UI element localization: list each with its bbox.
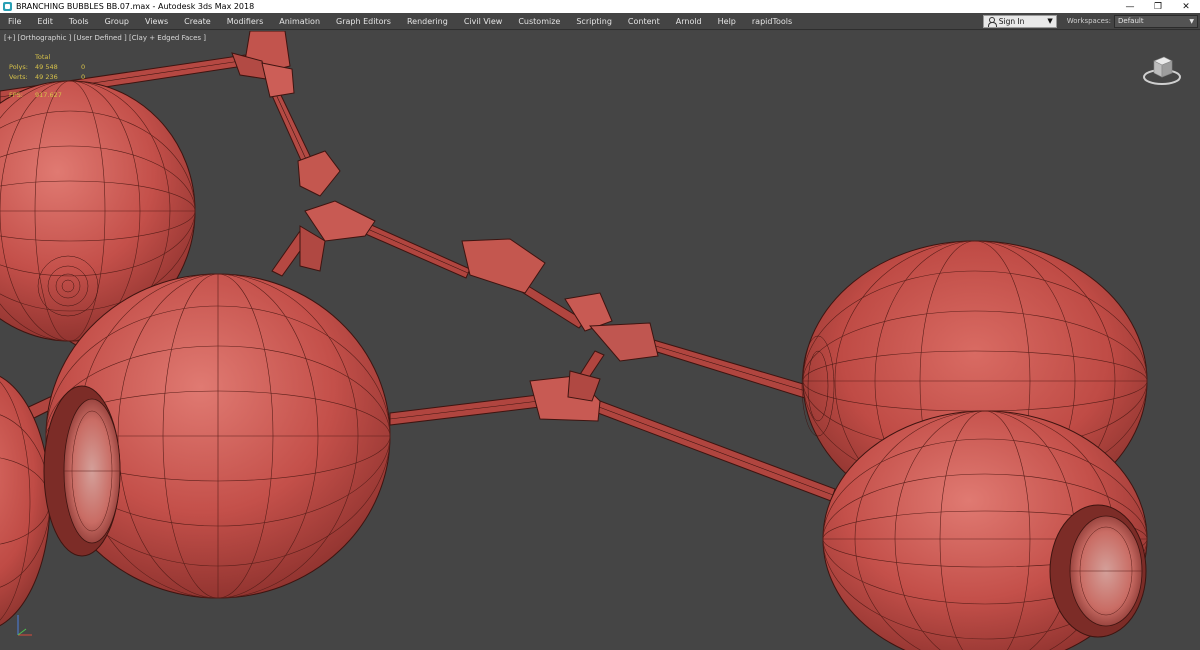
menu-item-file[interactable]: File	[0, 13, 29, 29]
stats-value-selected: 0	[81, 63, 86, 71]
close-icon[interactable]: ✕	[1172, 0, 1200, 13]
menu-item-create[interactable]: Create	[176, 13, 219, 29]
maximize-icon[interactable]: ❐	[1144, 0, 1172, 13]
fps-key: FPS:	[9, 91, 23, 99]
menu-item-views[interactable]: Views	[137, 13, 176, 29]
stats-key: Polys:	[9, 63, 28, 71]
minimize-icon[interactable]: —	[1116, 0, 1144, 13]
menu-item-group[interactable]: Group	[97, 13, 137, 29]
menu-item-civil-view[interactable]: Civil View	[456, 13, 511, 29]
workspace-select[interactable]: Default ▼	[1114, 14, 1198, 28]
fps-value: 917.627	[35, 91, 62, 99]
user-icon	[987, 16, 997, 27]
menu-item-scripting[interactable]: Scripting	[568, 13, 620, 29]
chevron-down-icon: ▼	[1047, 17, 1053, 25]
title-bar: BRANCHING BUBBLES BB.07.max - Autodesk 3…	[0, 0, 1200, 13]
workspace-value: Default	[1118, 17, 1144, 25]
sign-in-label: Sign In	[998, 16, 1025, 26]
axis-tripod-icon	[17, 615, 32, 636]
chevron-down-icon: ▼	[1189, 17, 1194, 25]
stats-header: Total	[35, 53, 51, 61]
stats-row-polys: Polys: 49 548 0	[9, 62, 91, 72]
menu-item-content[interactable]: Content	[620, 13, 668, 29]
menu-item-arnold[interactable]: Arnold	[668, 13, 710, 29]
menu-item-customize[interactable]: Customize	[510, 13, 568, 29]
menu-item-tools[interactable]: Tools	[61, 13, 97, 29]
menu-bar: File Edit Tools Group Views Create Modifiers An…	[0, 13, 1200, 30]
viewcube-icon[interactable]	[1142, 51, 1182, 87]
menu-item-graph-editors[interactable]: Graph Editors	[328, 13, 399, 29]
menu-item-edit[interactable]: Edit	[29, 13, 61, 29]
menu-item-help[interactable]: Help	[710, 13, 744, 29]
statistics-overlay: Total Polys: 49 548 0 Verts: 49 236 0 FP…	[9, 53, 91, 99]
menu-item-animation[interactable]: Animation	[271, 13, 328, 29]
viewport-label-menu[interactable]: [+] [Orthographic ] [User Defined ] [Cla…	[4, 34, 206, 42]
sign-in-button[interactable]: Sign In ▼	[982, 14, 1057, 28]
menu-item-rendering[interactable]: Rendering	[399, 13, 456, 29]
app-icon	[3, 2, 12, 11]
bubble-center-left	[43, 273, 391, 599]
workspaces-label: Workspaces:	[1066, 17, 1111, 25]
stats-value: 49 548	[35, 63, 58, 71]
stats-value-selected: 0	[81, 73, 86, 81]
menu-item-modifiers[interactable]: Modifiers	[219, 13, 272, 29]
stats-row-verts: Verts: 49 236 0	[9, 72, 91, 82]
menu-items: File Edit Tools Group Views Create Modifiers An…	[0, 13, 983, 29]
stats-key: Verts:	[9, 73, 28, 81]
menu-item-rapidtools[interactable]: rapidTools	[744, 13, 800, 29]
scene-render	[0, 31, 1148, 650]
window-title: BRANCHING BUBBLES BB.07.max - Autodesk 3…	[16, 2, 255, 11]
stats-row-fps: FPS: 917.627	[9, 91, 91, 99]
stats-value: 49 236	[35, 73, 58, 81]
perspective-viewport[interactable]: [+] [Orthographic ] [User Defined ] [Cla…	[0, 31, 1200, 650]
